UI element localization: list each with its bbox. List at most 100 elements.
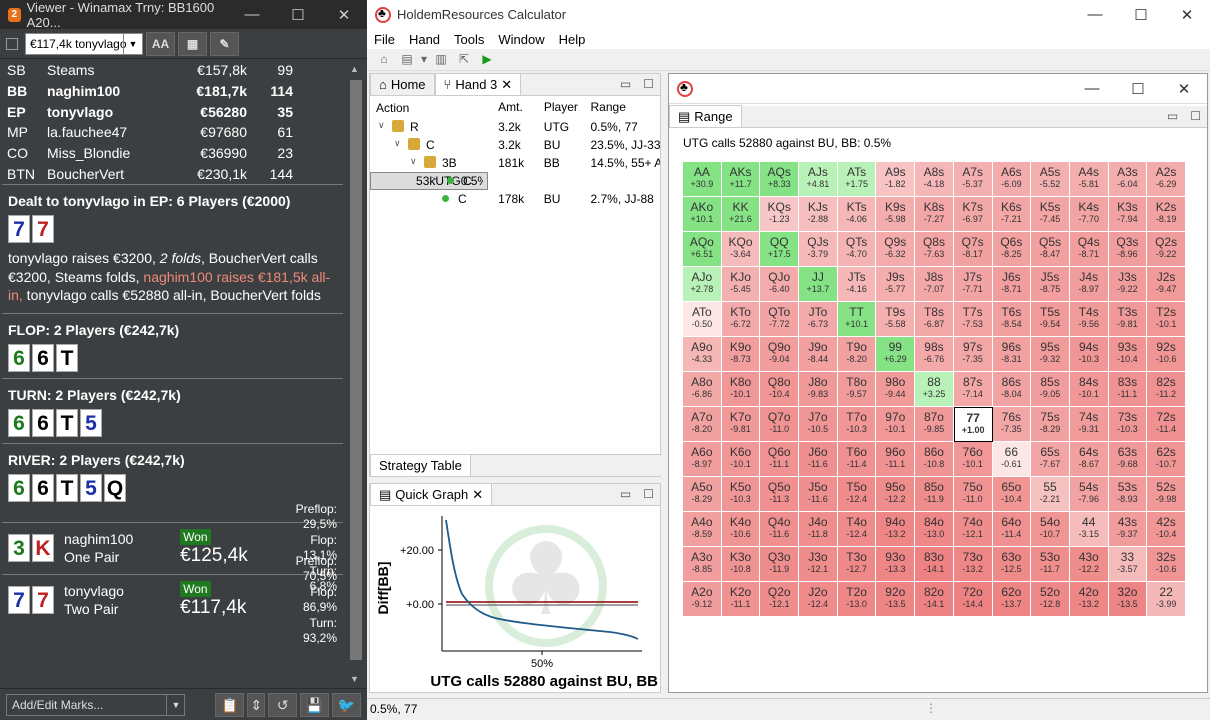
range-cell[interactable]: 44 -3.15 [1069,512,1109,547]
range-cell[interactable]: K6s -7.21 [992,197,1032,232]
refresh-icon[interactable]: ↺ [268,692,298,717]
range-cell[interactable]: T7o -10.3 [837,407,877,442]
range-cell[interactable]: Q7s -8.17 [953,232,993,267]
minimize-button[interactable]: — [1072,6,1118,24]
range-cell[interactable]: 82o -14.1 [915,582,954,617]
range-cell[interactable]: KJo -5.45 [721,267,761,302]
range-cell[interactable]: J7o -10.5 [799,407,838,442]
range-cell[interactable]: T8o -9.57 [837,372,877,407]
range-cell[interactable]: 72s -11.4 [1147,407,1186,442]
range-cell[interactable]: A8o -6.86 [683,372,722,407]
range-cell[interactable]: K4s -7.70 [1069,197,1109,232]
range-cell[interactable]: KQs -1.23 [760,197,800,232]
close-button[interactable]: ✕ [321,6,367,24]
save-icon[interactable]: 💾 [300,692,330,717]
range-cell[interactable]: T6s -8.54 [992,302,1032,337]
range-cell[interactable]: T4s -9.56 [1069,302,1109,337]
range-cell[interactable]: 33 -3.57 [1108,547,1148,582]
range-cell[interactable]: 84o -13.0 [915,512,954,547]
range-cell[interactable]: JJ +13.7 [799,267,838,302]
range-cell[interactable]: AKs +11.7 [721,162,761,197]
range-cell[interactable]: J9o -8.44 [799,337,838,372]
range-cell[interactable]: 77 +1.00 [953,407,993,442]
scroll-down-icon[interactable]: ▼ [350,674,359,684]
minimize-button[interactable]: — [1069,80,1115,98]
range-cell[interactable]: K3s -7.94 [1108,197,1148,232]
font-size-button[interactable]: AA [146,31,175,56]
chart-icon[interactable]: ▥ [432,52,450,68]
range-cell[interactable]: Q9s -6.32 [876,232,916,267]
range-cell[interactable]: 54s -7.96 [1069,477,1109,512]
range-cell[interactable]: 85s -9.05 [1031,372,1070,407]
range-cell[interactable]: JTo -6.73 [799,302,838,337]
range-cell[interactable]: 93s -10.4 [1108,337,1148,372]
range-cell[interactable]: A4o -8.59 [683,512,722,547]
range-cell[interactable]: Q3s -8.96 [1108,232,1148,267]
range-cell[interactable]: K2s -8.19 [1147,197,1186,232]
range-cell[interactable]: A2s -6.29 [1147,162,1186,197]
col-action[interactable]: Action [370,98,498,116]
range-cell[interactable]: 43o -12.2 [1069,547,1109,582]
range-cell[interactable]: Q8o -10.4 [760,372,800,407]
menu-hand[interactable]: Hand [409,32,440,47]
tree-row[interactable]: ∨ 3B 181k BB 14.5%, 55+ A [370,154,660,172]
range-cell[interactable]: T4o -12.4 [837,512,877,547]
range-cell[interactable]: J8s -7.07 [915,267,954,302]
col-player[interactable]: Player [544,100,591,114]
range-cell[interactable]: Q6o -11.1 [760,442,800,477]
range-cell[interactable]: 63o -12.5 [992,547,1032,582]
range-cell[interactable]: 95s -9.32 [1031,337,1070,372]
menu-window[interactable]: Window [498,32,544,47]
range-cell[interactable]: K8s -7.27 [915,197,954,232]
range-cell[interactable]: Q6s -8.25 [992,232,1032,267]
range-cell[interactable]: J9s -5.77 [876,267,916,302]
range-cell[interactable]: J6o -11.6 [799,442,838,477]
range-cell[interactable]: A3o -8.85 [683,547,722,582]
range-cell[interactable]: 97o -10.1 [876,407,916,442]
range-cell[interactable]: 54o -10.7 [1031,512,1070,547]
range-cell[interactable]: J2s -9.47 [1147,267,1186,302]
range-cell[interactable]: A5o -8.29 [683,477,722,512]
export-icon[interactable]: ⇱ [455,52,473,68]
range-cell[interactable]: AQs +8.33 [760,162,800,197]
expand-chevron-icon[interactable]: ∨ [378,120,385,131]
minimize-button[interactable]: — [229,6,275,24]
range-cell[interactable]: A4s -5.81 [1069,162,1109,197]
range-cell[interactable]: 83o -14.1 [915,547,954,582]
range-cell[interactable]: AJo +2.78 [683,267,722,302]
range-cell[interactable]: 55 -2.21 [1031,477,1070,512]
panel-maximize-icon[interactable]: ☐ [643,487,654,501]
range-cell[interactable]: K5o -10.3 [721,477,761,512]
range-cell[interactable]: Q2o -12.1 [760,582,800,617]
scroll-up-icon[interactable]: ▲ [350,64,359,74]
range-cell[interactable]: K7o -9.81 [721,407,761,442]
range-cell[interactable]: A6o -8.97 [683,442,722,477]
range-cell[interactable]: 96s -8.31 [992,337,1032,372]
run-icon[interactable]: ▶ [478,52,496,68]
clipboard-icon[interactable]: 📋 [215,692,245,717]
range-cell[interactable]: ATo -0.50 [683,302,722,337]
range-cell[interactable]: 65o -10.4 [992,477,1032,512]
range-cell[interactable]: ATs +1.75 [837,162,877,197]
col-amt[interactable]: Amt. [498,100,544,114]
maximize-button[interactable]: ☐ [275,6,321,24]
range-cell[interactable]: T5s -9.54 [1031,302,1070,337]
range-cell[interactable]: T9o -8.20 [837,337,877,372]
close-tab-icon[interactable]: ✕ [472,487,483,503]
range-cell[interactable]: KTs -4.06 [837,197,877,232]
range-cell[interactable]: 98o -9.44 [876,372,916,407]
range-cell[interactable]: AA +30.9 [683,162,722,197]
close-tab-icon[interactable]: ✕ [501,77,512,93]
range-cell[interactable]: KK +21.6 [721,197,761,232]
panel-maximize-icon[interactable]: ☐ [1190,109,1201,123]
range-cell[interactable]: AJs +4.81 [799,162,838,197]
range-cell[interactable]: 88 +3.25 [915,372,954,407]
tab-hand-3[interactable]: ⑂ Hand 3 ✕ [434,73,522,95]
col-range[interactable]: Range [591,100,661,114]
range-cell[interactable]: 66 -0.61 [992,442,1032,477]
range-cell[interactable]: QTo -7.72 [760,302,800,337]
range-cell[interactable]: Q4o -11.6 [760,512,800,547]
range-cell[interactable]: 32s -10.6 [1147,547,1186,582]
range-cell[interactable]: 96o -11.1 [876,442,916,477]
range-cell[interactable]: 64s -8.67 [1069,442,1109,477]
